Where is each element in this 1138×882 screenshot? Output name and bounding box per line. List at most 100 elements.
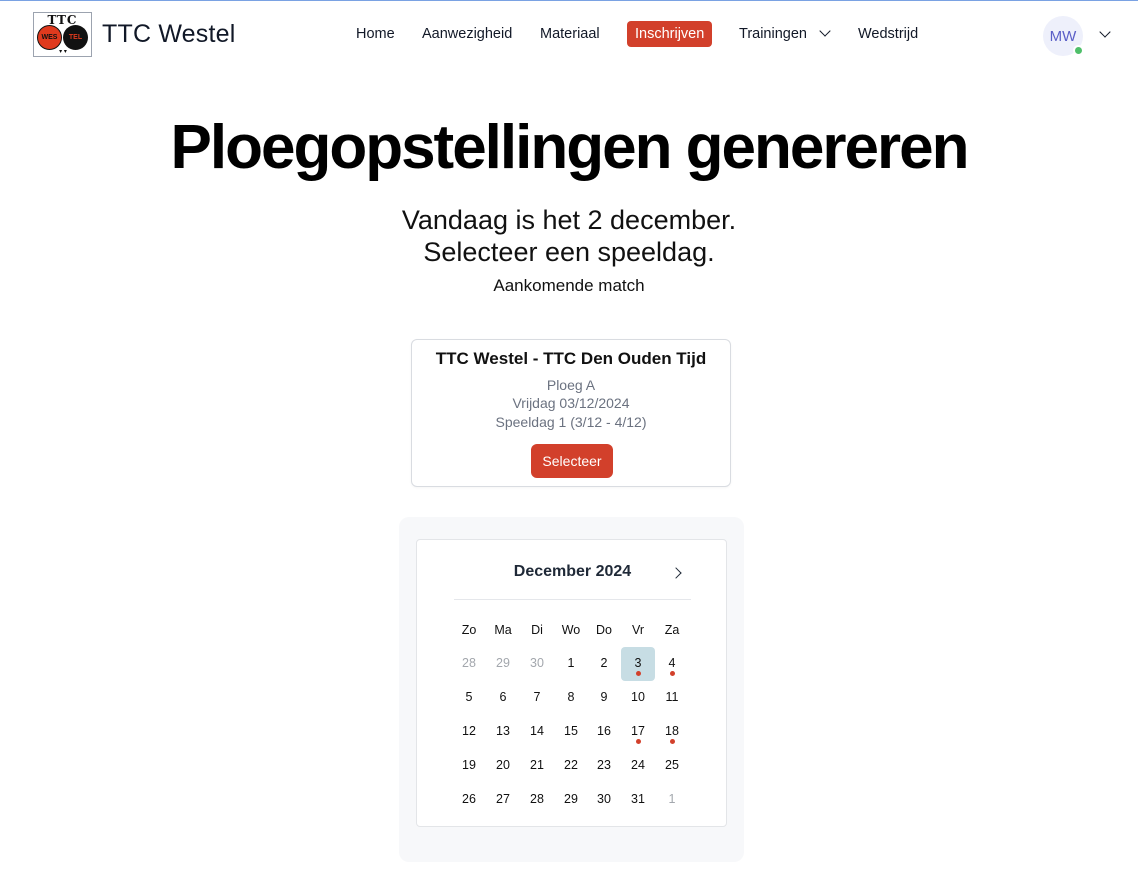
club-logo[interactable]: TTC WES TEL ▾ ▾ [33, 12, 92, 57]
match-indicator-dot [670, 739, 675, 744]
calendar-day-number: 29 [564, 792, 578, 806]
calendar-container: December 2024 Zo Ma Di Wo Do Vr Za 28 29 30 1 2 3 4 5 6… [399, 517, 744, 862]
nav-inschrijven[interactable]: Inschrijven [627, 21, 713, 47]
calendar-day-number: 30 [597, 792, 611, 806]
calendar-day[interactable]: 28 [520, 783, 554, 817]
calendar-day[interactable]: 1 [655, 783, 689, 817]
upcoming-match-card: TTC Westel - TTC Den Ouden Tijd Ploeg A … [411, 339, 731, 487]
calendar: December 2024 Zo Ma Di Wo Do Vr Za 28 29 30 1 2 3 4 5 6… [416, 539, 727, 827]
calendar-day[interactable]: 19 [452, 749, 486, 783]
logo-text: TTC [47, 13, 78, 27]
calendar-day-number: 11 [665, 690, 679, 704]
calendar-day-number: 10 [631, 690, 645, 704]
calendar-day[interactable]: 13 [486, 715, 520, 749]
calendar-day-number: 1 [567, 656, 575, 670]
calendar-day[interactable]: 4 [655, 647, 689, 681]
calendar-day[interactable]: 7 [520, 681, 554, 715]
next-month-icon[interactable] [670, 564, 688, 582]
chevron-down-icon[interactable] [1099, 26, 1111, 38]
online-status-dot [1073, 45, 1084, 56]
calendar-day[interactable]: 1 [554, 647, 588, 681]
today-text: Vandaag is het 2 december. [401, 205, 737, 235]
weekday-header: Ma [494, 623, 512, 637]
nav-trainingen[interactable]: Trainingen [739, 21, 831, 47]
calendar-day-number: 27 [496, 792, 510, 806]
calendar-day[interactable]: 23 [587, 749, 621, 783]
weekday-header: Do [596, 623, 612, 637]
calendar-day-number: 7 [533, 690, 541, 704]
calendar-day[interactable]: 29 [486, 647, 520, 681]
nav-aanwezigheid[interactable]: Aanwezigheid [422, 21, 512, 47]
nav-wedstrijd[interactable]: Wedstrijd [858, 21, 918, 47]
match-indicator-dot [636, 671, 641, 676]
calendar-day[interactable]: 27 [486, 783, 520, 817]
calendar-day-number: 23 [597, 758, 611, 772]
calendar-day-number: 28 [530, 792, 544, 806]
calendar-day[interactable]: 26 [452, 783, 486, 817]
weekday-header: Vr [631, 623, 645, 637]
calendar-day-number: 24 [631, 758, 645, 772]
logo-ball-left: WES [37, 25, 62, 50]
nav-home[interactable]: Home [356, 21, 395, 47]
brand-name[interactable]: TTC Westel [102, 20, 236, 49]
calendar-day-number: 22 [564, 758, 578, 772]
calendar-day-number: 17 [631, 724, 645, 738]
calendar-day[interactable]: 14 [520, 715, 554, 749]
calendar-day-number: 28 [462, 656, 476, 670]
calendar-day[interactable]: 17 [621, 715, 655, 749]
calendar-day[interactable]: 2 [587, 647, 621, 681]
calendar-day-number: 5 [465, 690, 473, 704]
logo-paddles-icon: ▾ ▾ [59, 49, 67, 55]
calendar-day[interactable]: 25 [655, 749, 689, 783]
calendar-day-number: 14 [530, 724, 544, 738]
calendar-day[interactable]: 10 [621, 681, 655, 715]
nav-materiaal[interactable]: Materiaal [540, 21, 600, 47]
calendar-day[interactable]: 6 [486, 681, 520, 715]
calendar-day[interactable]: 21 [520, 749, 554, 783]
calendar-day[interactable]: 15 [554, 715, 588, 749]
calendar-day[interactable]: 18 [655, 715, 689, 749]
calendar-day-selected[interactable]: 3 [621, 647, 655, 681]
match-matchday: Speeldag 1 (3/12 - 4/12) [495, 414, 647, 430]
match-indicator-dot [670, 671, 675, 676]
top-navbar: TTC WES TEL ▾ ▾ TTC Westel Home Aanwezig… [0, 1, 1138, 69]
calendar-day-number: 20 [496, 758, 510, 772]
calendar-day[interactable]: 30 [587, 783, 621, 817]
match-indicator-dot [636, 739, 641, 744]
calendar-day-number: 6 [499, 690, 507, 704]
calendar-day-number: 26 [462, 792, 476, 806]
calendar-day[interactable]: 24 [621, 749, 655, 783]
nav-trainingen-label: Trainingen [739, 26, 807, 42]
calendar-day-number: 1 [668, 792, 676, 806]
calendar-day[interactable]: 30 [520, 647, 554, 681]
calendar-day[interactable]: 20 [486, 749, 520, 783]
calendar-day[interactable]: 8 [554, 681, 588, 715]
calendar-day[interactable]: 9 [587, 681, 621, 715]
calendar-day[interactable]: 31 [621, 783, 655, 817]
weekday-header: Wo [561, 623, 581, 637]
calendar-divider [454, 599, 691, 600]
calendar-day[interactable]: 28 [452, 647, 486, 681]
calendar-day-number: 19 [462, 758, 476, 772]
calendar-day[interactable]: 16 [587, 715, 621, 749]
calendar-day[interactable]: 12 [452, 715, 486, 749]
chevron-down-icon [819, 25, 831, 37]
calendar-day[interactable]: 11 [655, 681, 689, 715]
calendar-day-number: 31 [631, 792, 645, 806]
calendar-day-number: 13 [496, 724, 510, 738]
calendar-day-number: 4 [668, 656, 676, 670]
calendar-day-number: 2 [600, 656, 608, 670]
calendar-day-number: 9 [600, 690, 608, 704]
calendar-day[interactable]: 22 [554, 749, 588, 783]
calendar-day-number: 3 [634, 656, 642, 670]
weekday-header: Za [664, 623, 680, 637]
instruction-text: Selecteer een speeldag. [423, 237, 715, 267]
calendar-day-number: 18 [665, 724, 679, 738]
match-team: Ploeg A [546, 377, 596, 393]
select-match-button[interactable]: Selecteer [531, 444, 613, 478]
calendar-day-number: 8 [567, 690, 575, 704]
calendar-day[interactable]: 5 [452, 681, 486, 715]
weekday-header: Zo [461, 623, 477, 637]
calendar-day[interactable]: 29 [554, 783, 588, 817]
calendar-day-number: 15 [564, 724, 578, 738]
